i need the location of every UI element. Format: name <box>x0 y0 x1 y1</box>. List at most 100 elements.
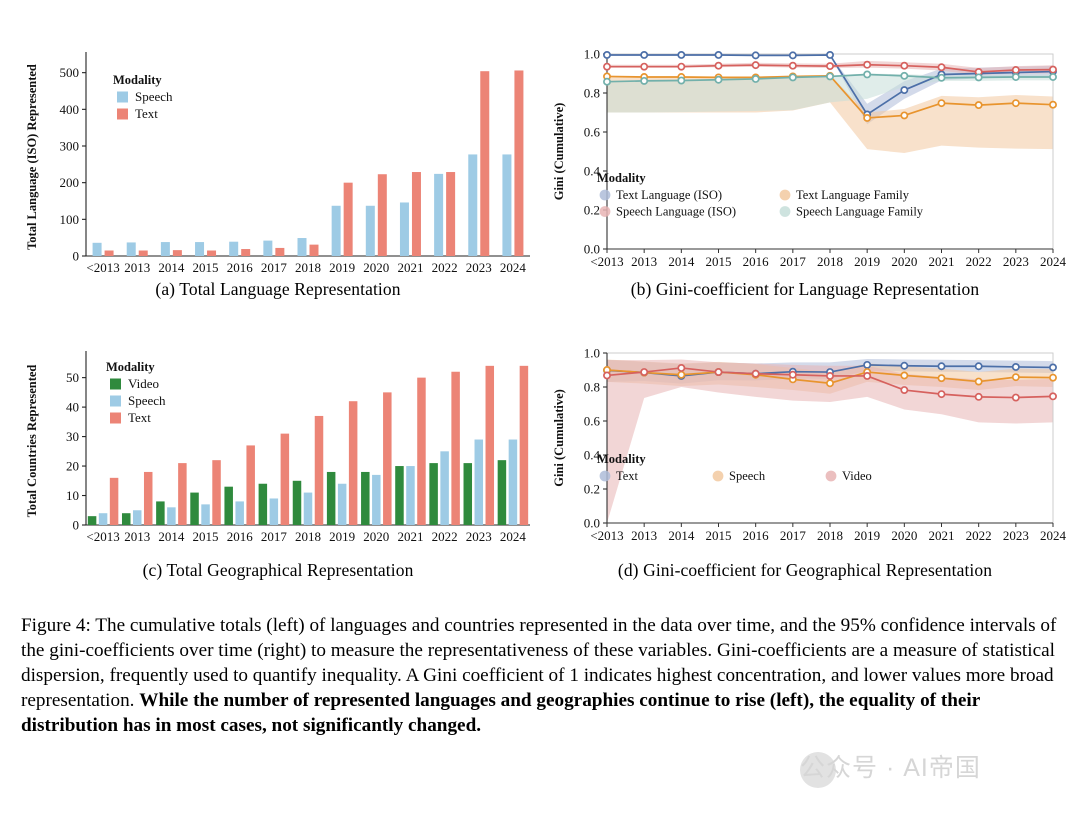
series-marker <box>751 51 760 60</box>
x-tick-label: 2015 <box>193 529 219 544</box>
bar <box>138 250 148 256</box>
panel-c-caption: (c) Total Geographical Representation <box>142 560 414 580</box>
bar <box>212 460 221 525</box>
bar <box>190 492 199 525</box>
series-marker <box>974 392 983 401</box>
bar <box>303 492 313 525</box>
y-tick-label: 0.8 <box>584 380 600 395</box>
y-axis-title: Total Language (ISO) Represented <box>25 64 39 250</box>
y-tick-label: 0.6 <box>584 125 601 140</box>
series-marker <box>863 60 872 69</box>
series-marker <box>1049 363 1057 372</box>
series-marker <box>937 73 946 82</box>
y-tick-label: 30 <box>66 429 79 444</box>
series-marker <box>751 369 760 378</box>
series-marker <box>900 371 909 380</box>
series-marker <box>1049 392 1057 401</box>
y-axis-title: Total Countries Represented <box>25 365 39 518</box>
y-axis-title: Gini (Cumulative) <box>552 389 566 487</box>
series-marker <box>640 368 649 376</box>
x-tick-label: 2021 <box>929 528 955 543</box>
x-tick-label: 2023 <box>466 529 492 544</box>
legend-label: Speech Language (ISO) <box>616 205 736 219</box>
watermark-circle-icon <box>800 752 836 788</box>
series-marker <box>603 77 611 86</box>
x-tick-label: <2013 <box>86 529 119 544</box>
bar <box>372 474 381 525</box>
bar <box>292 480 302 525</box>
bar <box>160 242 170 256</box>
y-tick-label: 20 <box>66 459 79 474</box>
series-marker <box>751 75 760 83</box>
x-tick-label: 2017 <box>261 260 288 275</box>
y-tick-label: 0.8 <box>584 86 600 101</box>
series-marker <box>937 63 946 72</box>
panel-c-chart: 0 10 20 30 40 50 Total Countries Represented <2… <box>25 351 530 544</box>
bar <box>434 173 444 256</box>
x-tick-label: 2013 <box>631 254 657 269</box>
panel-a-caption: (a) Total Language Representation <box>155 279 401 299</box>
legend: Modality Speech Text <box>113 73 173 121</box>
series-marker <box>900 361 909 370</box>
x-tick-label: 2021 <box>397 260 423 275</box>
y-tick-label: 0.6 <box>584 414 601 429</box>
series-marker <box>714 51 723 59</box>
series-marker <box>640 51 649 59</box>
x-tick-label: 2016 <box>743 528 770 543</box>
bar <box>399 202 409 256</box>
panel-a-total-language-representation: 0 100 200 300 400 500 Total Language (ISO) Rep… <box>18 34 538 304</box>
series-marker <box>788 73 797 82</box>
x-tick-label: 2018 <box>295 260 321 275</box>
x-tick-label: 2018 <box>295 529 321 544</box>
bar <box>172 250 182 256</box>
series-marker <box>937 374 946 383</box>
series-marker <box>1011 373 1020 382</box>
y-tick-label: 50 <box>66 370 79 385</box>
x-tick-label: 2015 <box>706 528 732 543</box>
bar <box>480 71 490 256</box>
bar <box>395 466 404 525</box>
bar <box>263 240 273 256</box>
x-tick-label: 2024 <box>1040 254 1067 269</box>
x-tick-label: 2023 <box>1003 528 1029 543</box>
x-tick-label: 2019 <box>329 529 355 544</box>
series-marker <box>826 72 834 81</box>
bar <box>132 510 142 525</box>
panel-d-chart: 0.00.20.40.60.81.0Gini (Cumulative)<2013… <box>552 346 1067 544</box>
series-marker <box>677 364 686 372</box>
bar <box>474 439 484 525</box>
bar <box>383 392 392 525</box>
bar <box>365 205 375 256</box>
x-tick-label: 2020 <box>363 260 389 275</box>
bar <box>326 471 336 525</box>
panel-b-caption: (b) Gini-coefficient for Language Repres… <box>630 279 980 299</box>
series-marker <box>714 75 723 84</box>
legend-title: Modality <box>113 73 162 87</box>
x-tick-label: 2013 <box>124 260 150 275</box>
x-tick-label: 2021 <box>929 254 955 269</box>
bar <box>104 250 114 256</box>
series-marker <box>1011 393 1020 402</box>
legend-title: Modality <box>597 171 646 185</box>
bar <box>241 249 251 256</box>
series-marker <box>603 51 611 59</box>
bar <box>519 365 529 525</box>
series-marker <box>677 51 686 59</box>
series-marker <box>788 51 797 60</box>
series-marker <box>900 111 909 120</box>
x-tick-label: 2020 <box>363 529 389 544</box>
series-marker <box>863 372 872 380</box>
bar <box>429 463 438 525</box>
panel-a-chart: 0 100 200 300 400 500 Total Language (ISO) Rep… <box>25 52 530 275</box>
panel-d-gini-geographical: 0.0 0.2 0.4 0.6 0.8 1.0 Gini (Cumulative) <2013… <box>545 335 1067 595</box>
series-marker <box>1049 65 1057 74</box>
bar <box>143 471 153 525</box>
x-tick-label: 2017 <box>780 254 807 269</box>
series-marker <box>714 368 723 376</box>
bar <box>201 504 210 525</box>
y-tick-label: 1.0 <box>584 346 600 361</box>
series-marker <box>603 371 611 380</box>
x-tick-label: 2024 <box>1040 528 1067 543</box>
series-marker <box>677 76 686 85</box>
legend-label: Text Language (ISO) <box>616 188 722 202</box>
